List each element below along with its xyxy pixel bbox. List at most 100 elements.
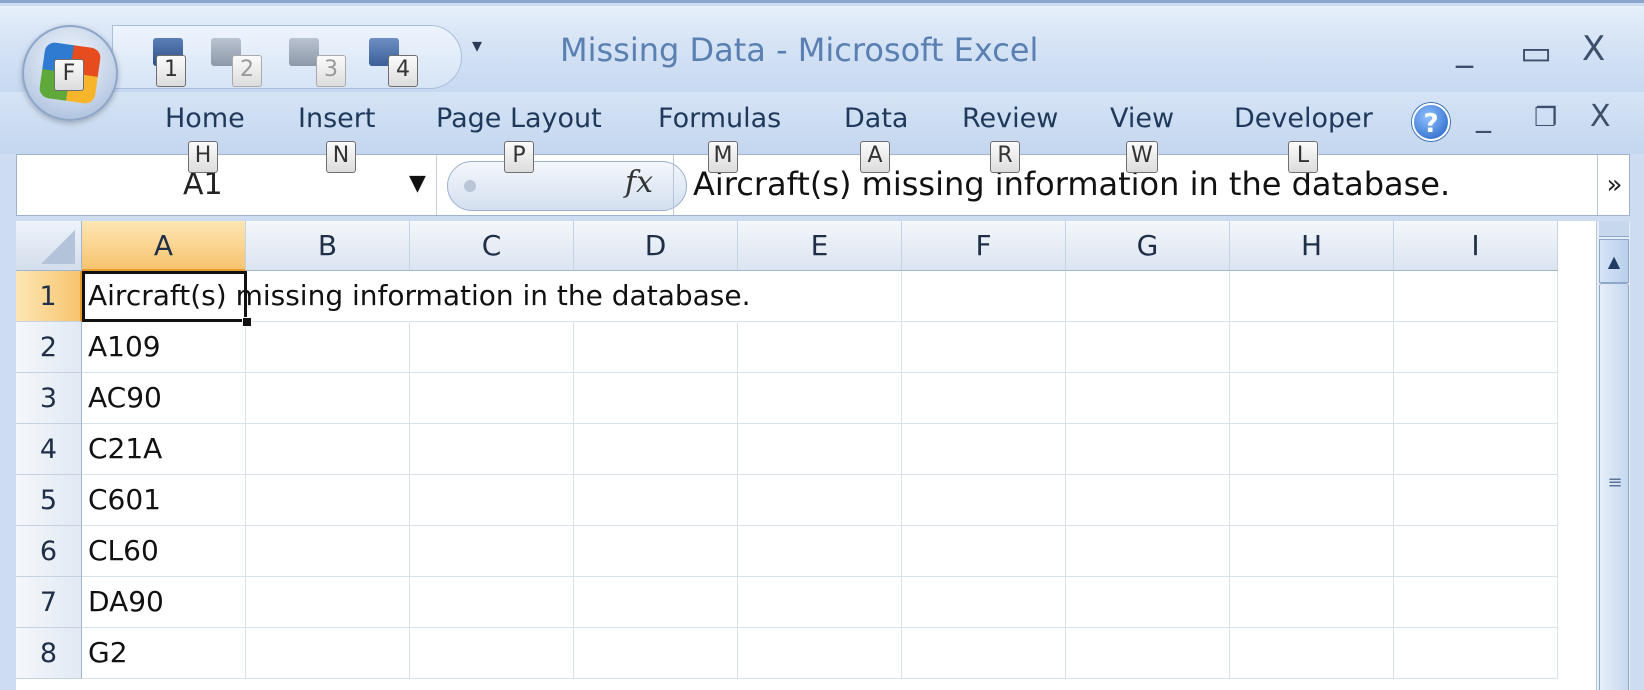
name-box-dropdown-icon[interactable]: ▼ [409,171,426,196]
row-header-8[interactable]: 8 [16,628,82,679]
cell-h7[interactable] [1230,577,1394,628]
cell-a5[interactable]: C601 [82,475,246,526]
cell-g3[interactable] [1066,373,1230,424]
cell-d5[interactable] [574,475,738,526]
tab-data[interactable]: Data [844,103,908,134]
window-minimize-button[interactable]: _ [1456,29,1473,69]
cell-f1[interactable] [902,271,1066,322]
row-header-1[interactable]: 1 [16,271,82,322]
cell-i3[interactable] [1394,373,1558,424]
cell-f8[interactable] [902,628,1066,679]
cell-h2[interactable] [1230,322,1394,373]
split-box[interactable] [1599,221,1629,237]
cell-i7[interactable] [1394,577,1558,628]
column-header-b[interactable]: B [246,221,410,271]
redo-icon[interactable] [289,38,319,66]
cell-d7[interactable] [574,577,738,628]
cell-f5[interactable] [902,475,1066,526]
cell-d6[interactable] [574,526,738,577]
cell-c4[interactable] [410,424,574,475]
cell-i2[interactable] [1394,322,1558,373]
cell-c7[interactable] [410,577,574,628]
tab-home[interactable]: Home [165,103,245,134]
cell-i6[interactable] [1394,526,1558,577]
row-header-5[interactable]: 5 [16,475,82,526]
cell-i1[interactable] [1394,271,1558,322]
cell-b7[interactable] [246,577,410,628]
customize-qat-dropdown[interactable]: ▾ [472,33,482,57]
cell-g2[interactable] [1066,322,1230,373]
fill-handle[interactable] [242,317,252,327]
vertical-scrollbar[interactable]: ▲ ≡ [1596,221,1630,690]
scroll-up-button[interactable]: ▲ [1599,239,1629,283]
cell-b5[interactable] [246,475,410,526]
tab-insert[interactable]: Insert [298,103,375,134]
row-header-6[interactable]: 6 [16,526,82,577]
column-header-g[interactable]: G [1066,221,1230,271]
workbook-restore-button[interactable]: ❐ [1534,103,1557,133]
cell-e5[interactable] [738,475,902,526]
workbook-minimize-button[interactable]: _ [1476,99,1491,134]
cell-a8[interactable]: G2 [82,628,246,679]
cell-a2[interactable]: A109 [82,322,246,373]
column-header-h[interactable]: H [1230,221,1394,271]
cell-d2[interactable] [574,322,738,373]
cell-i8[interactable] [1394,628,1558,679]
column-header-e[interactable]: E [738,221,902,271]
cell-e2[interactable] [738,322,902,373]
column-header-c[interactable]: C [410,221,574,271]
column-header-d[interactable]: D [574,221,738,271]
select-all-button[interactable] [16,221,82,271]
cell-g4[interactable] [1066,424,1230,475]
cell-f2[interactable] [902,322,1066,373]
cell-b3[interactable] [246,373,410,424]
cell-h1[interactable] [1230,271,1394,322]
cell-g6[interactable] [1066,526,1230,577]
cell-c5[interactable] [410,475,574,526]
cell-g1[interactable] [1066,271,1230,322]
row-header-2[interactable]: 2 [16,322,82,373]
cell-a6[interactable]: CL60 [82,526,246,577]
cell-d4[interactable] [574,424,738,475]
tab-formulas[interactable]: Formulas [658,103,781,134]
cell-i4[interactable] [1394,424,1558,475]
name-box[interactable]: A1 ▼ [17,155,437,215]
formula-input[interactable]: Aircraft(s) missing information in the d… [693,165,1450,203]
cell-h8[interactable] [1230,628,1394,679]
insert-function-button[interactable]: fx [625,165,653,200]
cell-a7[interactable]: DA90 [82,577,246,628]
cell-c3[interactable] [410,373,574,424]
cell-f4[interactable] [902,424,1066,475]
column-header-i[interactable]: I [1394,221,1558,271]
window-close-button[interactable]: X [1582,29,1605,69]
row-header-4[interactable]: 4 [16,424,82,475]
cell-d3[interactable] [574,373,738,424]
tab-page-layout[interactable]: Page Layout [436,103,602,134]
tab-review[interactable]: Review [962,103,1058,134]
cell-e4[interactable] [738,424,902,475]
cell-e7[interactable] [738,577,902,628]
tab-view[interactable]: View [1110,103,1174,134]
cell-e3[interactable] [738,373,902,424]
cell-e1[interactable] [738,271,902,322]
cell-b8[interactable] [246,628,410,679]
cell-f3[interactable] [902,373,1066,424]
cell-c6[interactable] [410,526,574,577]
scroll-thumb[interactable]: ≡ [1599,283,1629,690]
cell-c2[interactable] [410,322,574,373]
cell-b6[interactable] [246,526,410,577]
workbook-close-button[interactable]: X [1590,99,1611,134]
cell-g7[interactable] [1066,577,1230,628]
cell-g5[interactable] [1066,475,1230,526]
cell-h3[interactable] [1230,373,1394,424]
tab-developer[interactable]: Developer [1234,103,1373,134]
cell-f7[interactable] [902,577,1066,628]
cell-h5[interactable] [1230,475,1394,526]
cell-a1[interactable]: Aircraft(s) missing information in the d… [82,271,751,322]
cell-g8[interactable] [1066,628,1230,679]
cell-h4[interactable] [1230,424,1394,475]
cell-d8[interactable] [574,628,738,679]
cell-b4[interactable] [246,424,410,475]
row-header-7[interactable]: 7 [16,577,82,628]
help-icon[interactable]: ? [1412,103,1450,141]
